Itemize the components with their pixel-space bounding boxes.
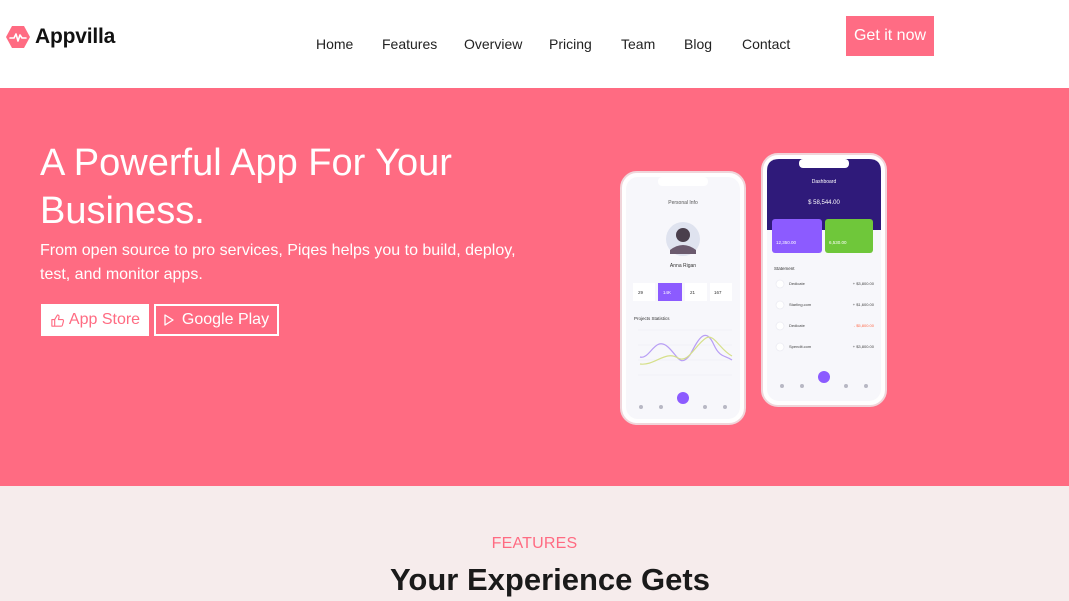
left-phone: Personal Info Anna Rigan 29 14K 21 167 P… — [620, 171, 746, 425]
phone-mockups-image: Personal Info Anna Rigan 29 14K 21 167 P… — [620, 153, 887, 425]
nav-home[interactable]: Home — [316, 36, 353, 52]
statement-row-4-name: Spendit.com — [789, 344, 812, 349]
statement-row-2-amount: + $1,600.00 — [853, 302, 875, 307]
logo[interactable]: Appvilla — [5, 24, 115, 50]
left-stat-3: 21 — [690, 290, 696, 295]
left-phone-name: Anna Rigan — [670, 263, 696, 269]
get-it-now-button[interactable]: Get it now — [846, 16, 934, 56]
statement-row-1-amount: + $3,800.00 — [853, 281, 875, 286]
statement-row-3-name: Dedicate — [789, 323, 806, 328]
left-stat-2: 14K — [663, 290, 671, 295]
features-label: FEATURES — [491, 535, 578, 552]
hero-subtitle: From open source to pro services, Piqes … — [40, 242, 516, 283]
thumbs-up-icon — [51, 313, 65, 327]
app-store-label: App Store — [68, 311, 141, 328]
right-phone-title: Dashboard — [812, 179, 837, 185]
hero-section: A Powerful App For Your Business. From o… — [0, 88, 1069, 486]
statement-row-4-amount: + $3,800.00 — [853, 344, 875, 349]
google-play-label: Google Play — [181, 311, 270, 328]
nav-contact[interactable]: Contact — [742, 36, 790, 52]
nav-features[interactable]: Features — [382, 36, 437, 52]
right-phone-balance: $ 58,544.00 — [808, 200, 840, 206]
statement-row-3-amount: - $5,800.00 — [854, 323, 875, 328]
features-section: FEATURES Your Experience Gets — [0, 486, 1069, 601]
right-section-title: Statement — [774, 266, 795, 271]
brand-name: Appvilla — [35, 25, 116, 48]
left-stat-1: 29 — [638, 290, 644, 295]
features-title: Your Experience Gets — [390, 562, 710, 597]
left-stat-4: 167 — [714, 290, 722, 295]
right-card1-amount: 12,350.00 — [776, 240, 797, 245]
google-play-button[interactable]: Google Play — [154, 304, 279, 336]
nav-blog[interactable]: Blog — [684, 36, 712, 52]
logo-icon — [6, 26, 30, 48]
nav-overview[interactable]: Overview — [464, 36, 522, 52]
left-phone-title: Personal Info — [668, 200, 698, 206]
site-header: Appvilla Home Features Overview Pricing … — [0, 0, 1069, 88]
left-section-title: Projects Statistics — [634, 316, 670, 321]
right-card2-amount: 6,530.00 — [829, 240, 847, 245]
statement-row-1-name: Dedicate — [789, 281, 806, 286]
statement-row-2-name: Starling.com — [789, 302, 812, 307]
right-phone: Dashboard $ 58,544.00 12,350.00 6,530.00… — [761, 153, 887, 407]
nav-pricing[interactable]: Pricing — [549, 36, 592, 52]
app-store-button[interactable]: App Store — [41, 304, 149, 336]
play-icon — [164, 314, 174, 326]
hero-title: A Powerful App For Your Business. — [40, 142, 452, 232]
nav-team[interactable]: Team — [621, 36, 655, 52]
